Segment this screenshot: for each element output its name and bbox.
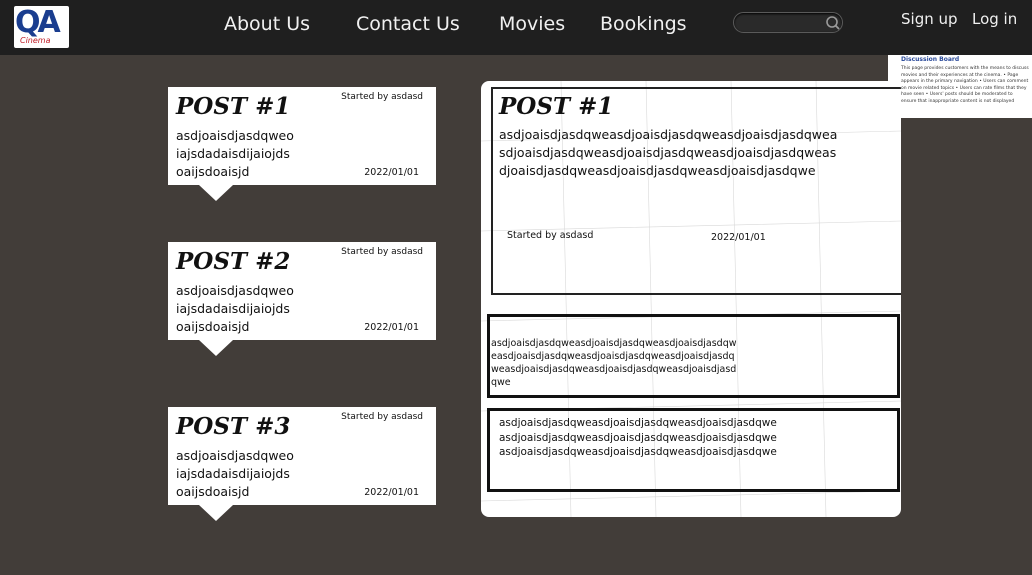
main-post: POST #1 asdjoaisdjasdqweasdjoaisdjasdqwe… — [491, 87, 901, 295]
post-card[interactable]: POST #1 Started by asdasd asdjoaisdjasdq… — [168, 87, 436, 201]
post-author: Started by asdasd — [341, 412, 423, 422]
post-body: asdjoaisdjasdqweoiajsdadaisdijaiojdsoaij… — [176, 128, 294, 179]
post-date: 2022/01/01 — [364, 322, 419, 333]
post-detail-panel: POST #1 asdjoaisdjasdqweasdjoaisdjasdqwe… — [481, 81, 901, 517]
logo-subtext: Cinema — [20, 36, 51, 45]
post-author: Started by asdasd — [507, 230, 594, 241]
search-icon[interactable] — [824, 14, 842, 32]
search-box — [733, 12, 843, 33]
login-link[interactable]: Log in — [972, 10, 1017, 28]
speech-bubble-tail — [199, 340, 233, 356]
signup-link[interactable]: Sign up — [901, 10, 958, 28]
post-title: POST #2 — [176, 248, 291, 275]
reply-body: asdjoaisdjasdqweasdjoaisdjasdqweasdjoais… — [491, 338, 737, 388]
discussion-board-thumbnail: Discussion Board This page provides cust… — [888, 55, 1032, 118]
speech-bubble-tail — [199, 505, 233, 521]
post-date: 2022/01/01 — [364, 167, 419, 178]
post-title: POST #1 — [499, 93, 614, 120]
post-body: asdjoaisdjasdqweasdjoaisdjasdqweasdjoais… — [499, 127, 838, 178]
post-title: POST #3 — [176, 413, 291, 440]
thumbnail-text: This page provides customers with the me… — [901, 66, 1029, 104]
logo-mark: QA — [15, 6, 61, 40]
post-author: Started by asdasd — [341, 247, 423, 257]
nav-bookings[interactable]: Bookings — [600, 13, 687, 35]
nav-contact-us[interactable]: Contact Us — [356, 13, 460, 35]
nav-movies[interactable]: Movies — [499, 13, 565, 35]
speech-bubble-tail — [199, 185, 233, 201]
qa-cinema-logo[interactable]: QA Cinema — [14, 6, 69, 48]
top-navbar: QA Cinema About Us Contact Us Movies Boo… — [0, 0, 1032, 55]
thumbnail-title: Discussion Board — [901, 56, 960, 63]
reply-box: asdjoaisdjasdqweasdjoaisdjasdqweasdjoais… — [487, 314, 900, 398]
nav-about-us[interactable]: About Us — [224, 13, 310, 35]
post-author: Started by asdasd — [341, 92, 423, 102]
reply-body: asdjoaisdjasdqweasdjoaisdjasdqweasdjoais… — [499, 417, 777, 458]
post-body: asdjoaisdjasdqweoiajsdadaisdijaiojdsoaij… — [176, 448, 294, 499]
search-input[interactable] — [742, 15, 824, 30]
reply-box: asdjoaisdjasdqweasdjoaisdjasdqweasdjoais… — [487, 408, 900, 492]
post-body: asdjoaisdjasdqweoiajsdadaisdijaiojdsoaij… — [176, 283, 294, 334]
post-date: 2022/01/01 — [364, 487, 419, 498]
post-title: POST #1 — [176, 93, 291, 120]
post-date: 2022/01/01 — [711, 232, 766, 243]
post-card[interactable]: POST #3 Started by asdasd asdjoaisdjasdq… — [168, 407, 436, 521]
post-card[interactable]: POST #2 Started by asdasd asdjoaisdjasdq… — [168, 242, 436, 356]
